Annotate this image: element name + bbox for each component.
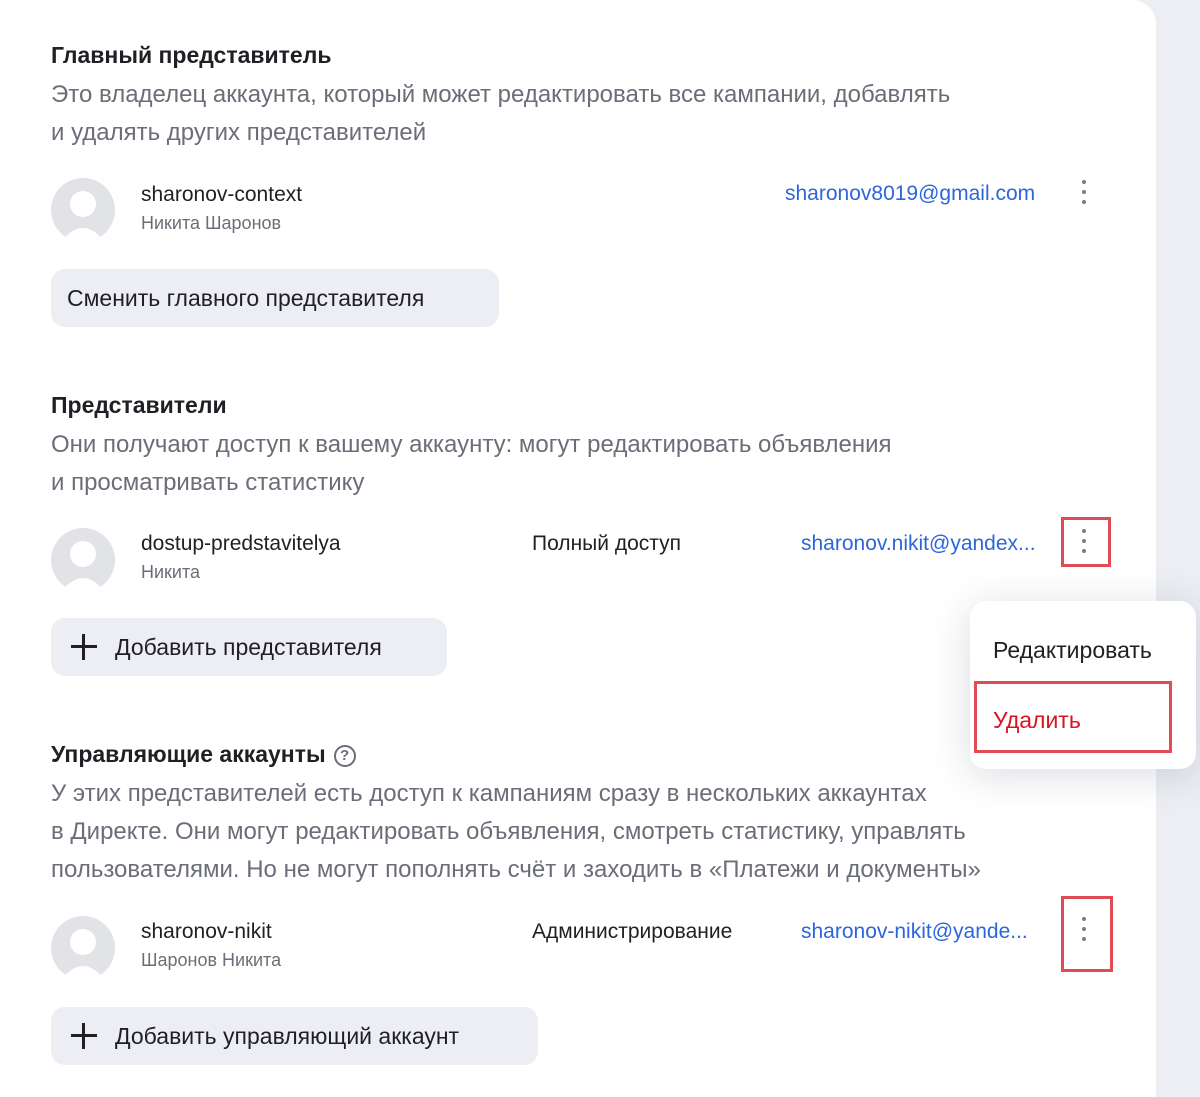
highlight-box [1061,517,1111,567]
main-rep-description: Это владелец аккаунта, который может ред… [51,81,951,146]
menu-item-edit[interactable]: Редактировать [993,637,1152,664]
rep-email-link[interactable]: sharonov.nikit@yandex... [801,532,1036,556]
help-icon[interactable]: ? [333,745,356,767]
main-rep-login: sharonov-context [141,183,303,206]
main-rep-name: Никита Шаронов [141,213,282,233]
highlight-box [1061,896,1113,972]
user-avatar-icon [51,178,115,242]
manager-access-level: Администрирование [532,920,733,943]
manager-login: sharonov-nikit [141,920,272,943]
settings-panel: Главный представитель Это владелец аккау… [0,0,1156,1097]
plus-icon [71,1023,97,1049]
rep-access-level: Полный доступ [532,532,681,555]
change-main-rep-button[interactable]: Сменить главного представителя [51,269,499,327]
managers-description: У этих представителей есть доступ к камп… [51,780,981,883]
more-vertical-icon[interactable] [1073,177,1095,211]
manager-name: Шаронов Никита [141,950,282,970]
add-rep-button[interactable]: Добавить представителя [51,618,447,676]
rep-login: dostup-predstavitelya [141,532,341,555]
managers-title: Управляющие аккаунты? [51,741,356,768]
context-menu: Редактировать Удалить [970,601,1196,769]
reps-title: Представители [51,392,227,418]
main-rep-email-link[interactable]: sharonov8019@gmail.com [785,182,1035,206]
add-manager-account-button[interactable]: Добавить управляющий аккаунт [51,1007,538,1065]
user-avatar-icon [51,916,115,980]
user-avatar-icon [51,528,115,592]
highlight-box [974,681,1172,753]
manager-email-link[interactable]: sharonov-nikit@yande... [801,920,1028,944]
rep-name: Никита [141,562,201,582]
plus-icon [71,634,97,660]
reps-description: Они получают доступ к вашему аккаунту: м… [51,431,892,496]
main-rep-title: Главный представитель [51,42,332,68]
